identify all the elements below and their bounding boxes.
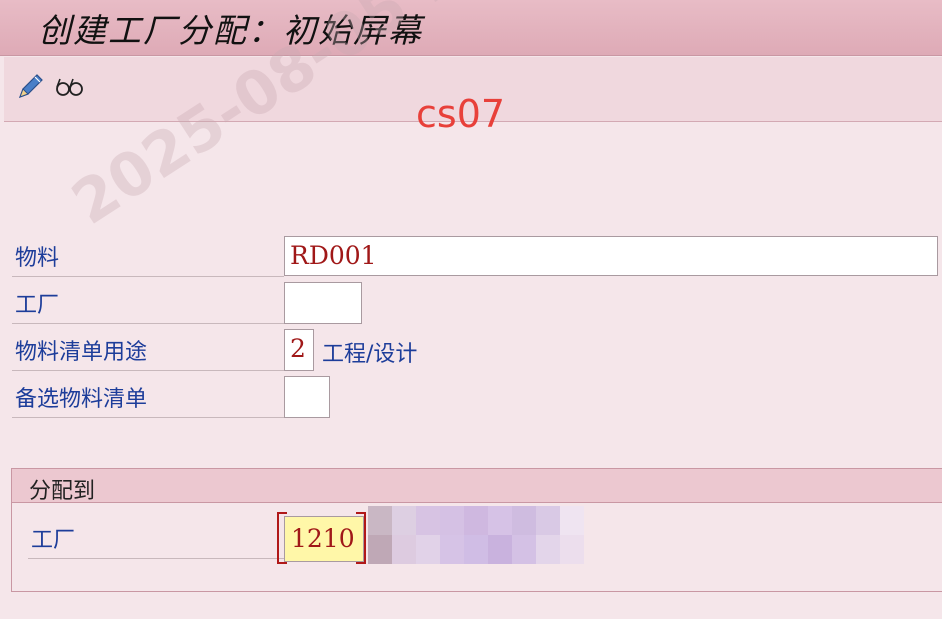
alt-bom-input[interactable] — [284, 376, 330, 418]
material-input[interactable]: RD001 — [284, 236, 938, 276]
assign-plant-label: 工厂 — [31, 528, 76, 553]
bom-usage-description: 工程/设计 — [322, 342, 418, 367]
title-bar: 创建工厂分配：初始屏幕 — [0, 0, 942, 56]
pencil-icon[interactable] — [16, 71, 46, 101]
material-row: 物料 — [12, 239, 284, 277]
material-label: 物料 — [15, 246, 60, 271]
group-header: 分配到 — [12, 469, 942, 504]
assign-plant-input[interactable]: 1210 — [284, 516, 364, 562]
plant-label: 工厂 — [15, 293, 60, 318]
group-title: 分配到 — [29, 479, 96, 504]
bom-usage-label: 物料清单用途 — [15, 340, 148, 365]
alt-bom-row: 备选物料清单 — [12, 380, 284, 418]
glasses-icon[interactable] — [54, 71, 84, 101]
window-title: 创建工厂分配：初始屏幕 — [38, 11, 423, 50]
bom-usage-input[interactable]: 2 — [284, 329, 314, 371]
alt-bom-label: 备选物料清单 — [15, 387, 148, 412]
plant-row: 工厂 — [12, 286, 284, 324]
annotation-note: cs07 — [416, 92, 506, 136]
assign-plant-row: 工厂 — [28, 521, 286, 559]
bom-usage-row: 物料清单用途 — [12, 333, 284, 371]
redacted-region — [368, 506, 608, 564]
plant-input[interactable] — [284, 282, 362, 324]
